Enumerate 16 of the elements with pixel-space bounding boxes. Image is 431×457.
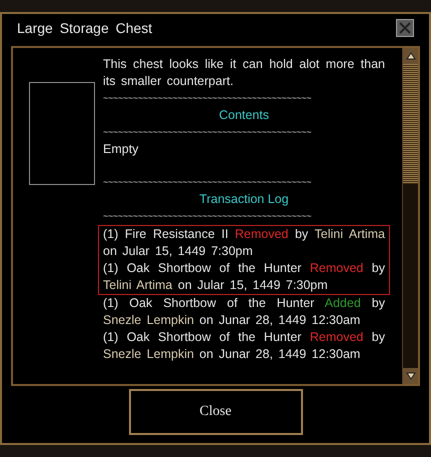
close-icon[interactable] bbox=[396, 19, 414, 37]
scroll-down-icon[interactable] bbox=[403, 368, 418, 384]
window-title: Large Storage Chest bbox=[17, 18, 152, 38]
tilde-divider: ~~~~~~~~~~~~~~~~~~~~~~~~~~~~~~~~~~~~~~~~~~ bbox=[103, 176, 312, 189]
tilde-divider: ~~~~~~~~~~~~~~~~~~~~~~~~~~~~~~~~~~~~~~~~~~ bbox=[103, 92, 312, 105]
section-heading: Contents bbox=[218, 107, 270, 124]
tilde-divider: ~~~~~~~~~~~~~~~~~~~~~~~~~~~~~~~~~~~~~~~~~~ bbox=[103, 210, 312, 223]
tilde-divider: ~~~~~~~~~~~~~~~~~~~~~~~~~~~~~~~~~~~~~~~~~~ bbox=[103, 126, 312, 139]
log-entry: (1) Oak Shortbow of the Hunter Removed by Snezle Lempkin on Junar 28, 1449 12:30am bbox=[103, 329, 385, 363]
scroll-thumb[interactable] bbox=[403, 64, 418, 184]
scroll-up-icon[interactable] bbox=[403, 48, 418, 64]
description-text: This chest looks like it can hold alot more than its smaller counterpart. bbox=[103, 56, 385, 90]
section-heading: Transaction Log bbox=[198, 191, 290, 208]
close-button[interactable]: Close bbox=[128, 388, 302, 434]
description-text: Empty bbox=[103, 141, 140, 158]
scrollbar[interactable] bbox=[402, 48, 418, 384]
